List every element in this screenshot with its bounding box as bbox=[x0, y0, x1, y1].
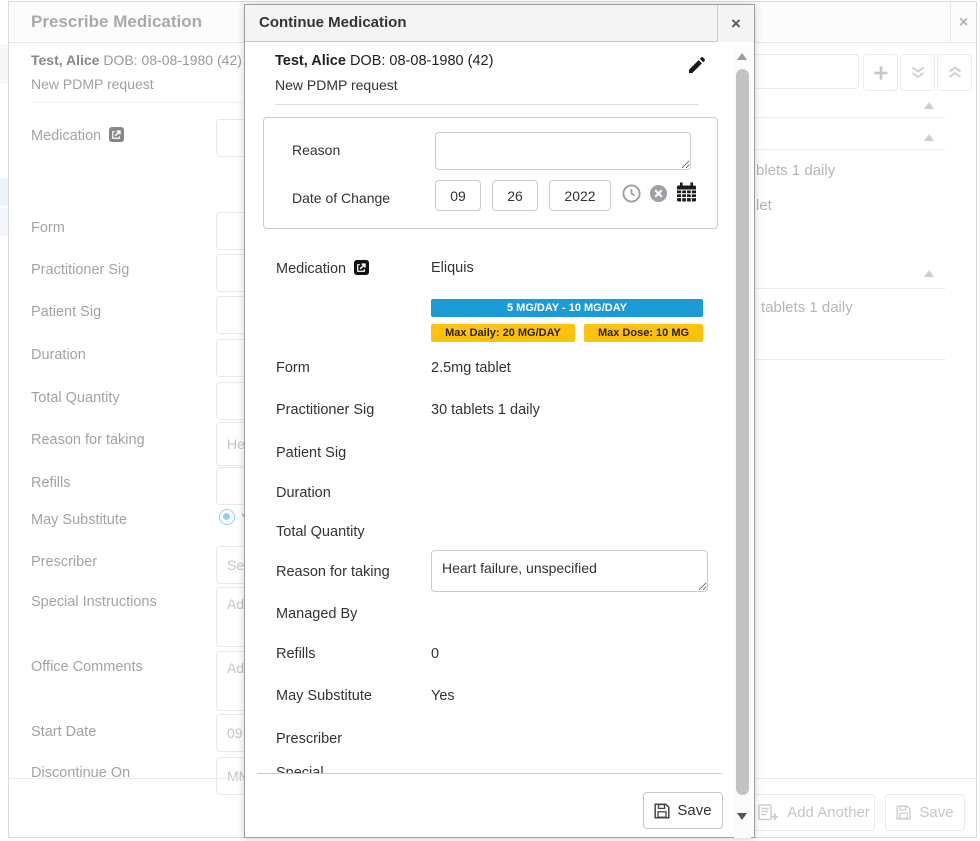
dialog-title: Continue Medication bbox=[259, 14, 407, 31]
field-label-prescriber: Prescriber bbox=[31, 554, 97, 570]
field-label-medication: Medication bbox=[276, 260, 369, 277]
field-label-may-substitute: May Substitute bbox=[31, 512, 127, 528]
field-label-office-comments: Office Comments bbox=[31, 659, 143, 675]
patient-name: Test, Alice bbox=[31, 52, 99, 68]
collapse-section-icon[interactable] bbox=[924, 102, 934, 109]
field-label-patient-sig: Patient Sig bbox=[31, 304, 101, 320]
field-label-reason-for-taking: Reason for taking bbox=[31, 432, 145, 448]
field-label-total-quantity: Total Quantity bbox=[276, 524, 365, 540]
divider bbox=[275, 104, 699, 105]
field-label-practitioner-sig: Practitioner Sig bbox=[31, 262, 129, 278]
prescription-add-icon bbox=[758, 804, 779, 821]
pdmp-request-link[interactable]: New PDMP request bbox=[275, 77, 398, 93]
patient-dob: DOB: 08-08-1980 (42) bbox=[103, 52, 242, 68]
plus-icon bbox=[873, 65, 889, 81]
field-label-start-date: Start Date bbox=[31, 724, 96, 740]
may-substitute-value: Yes bbox=[431, 688, 455, 704]
background-sliver bbox=[0, 44, 8, 84]
page-title: Prescribe Medication bbox=[31, 12, 202, 32]
close-icon[interactable]: × bbox=[717, 5, 754, 42]
close-icon[interactable]: × bbox=[950, 2, 976, 43]
save-label: Save bbox=[919, 804, 953, 821]
patient-summary: Test, Alice DOB: 08-08-1980 (42) bbox=[275, 53, 493, 69]
add-another-label: Add Another bbox=[787, 804, 870, 821]
double-chevron-down-icon bbox=[910, 66, 926, 80]
field-label-managed-by: Managed By bbox=[276, 606, 357, 622]
scroll-down-icon[interactable] bbox=[737, 813, 747, 820]
field-label-practitioner-sig: Practitioner Sig bbox=[276, 402, 374, 418]
save-label: Save bbox=[677, 802, 711, 819]
continue-medication-dialog: Continue Medication × Test, Alice DOB: 0… bbox=[244, 4, 755, 838]
pdmp-request-link[interactable]: New PDMP request bbox=[31, 76, 154, 92]
field-label-special-instructions: Special Instructions bbox=[31, 594, 157, 610]
dialog-scrollbar[interactable] bbox=[734, 45, 751, 838]
save-icon bbox=[896, 805, 911, 820]
add-another-button[interactable]: Add Another bbox=[753, 794, 875, 831]
field-label-refills: Refills bbox=[276, 646, 315, 662]
field-label-refills: Refills bbox=[31, 475, 70, 491]
med-form-text: let bbox=[756, 197, 772, 214]
clock-icon[interactable] bbox=[622, 184, 641, 203]
save-button[interactable]: Save bbox=[643, 792, 723, 829]
max-daily-badge: Max Daily: 20 MG/DAY bbox=[431, 324, 575, 342]
collapse-all-button[interactable] bbox=[937, 54, 972, 91]
practitioner-sig-value: 30 tablets 1 daily bbox=[431, 402, 540, 418]
patient-name: Test, Alice bbox=[275, 53, 346, 69]
reason-label: Reason bbox=[292, 142, 340, 158]
clear-date-icon[interactable] bbox=[649, 184, 668, 203]
save-icon bbox=[654, 803, 670, 819]
field-label-medication: Medication bbox=[31, 127, 124, 144]
field-label-duration: Duration bbox=[276, 485, 331, 501]
edit-pencil-icon[interactable] bbox=[689, 57, 705, 73]
collapse-section-icon[interactable] bbox=[924, 270, 934, 277]
scroll-up-icon[interactable] bbox=[737, 53, 747, 60]
field-label-prescriber: Prescriber bbox=[276, 731, 342, 747]
date-month-input[interactable] bbox=[435, 180, 481, 211]
date-year-input[interactable] bbox=[549, 180, 611, 211]
dose-range-badge: 5 MG/DAY - 10 MG/DAY bbox=[431, 299, 703, 317]
field-label-patient-sig: Patient Sig bbox=[276, 445, 346, 461]
may-substitute-radio-yes[interactable] bbox=[219, 509, 235, 525]
scrollbar-thumb[interactable] bbox=[736, 69, 749, 795]
field-label-form: Form bbox=[276, 360, 310, 376]
med-sig-text: tablets 1 daily bbox=[761, 299, 853, 316]
field-label-total-quantity: Total Quantity bbox=[31, 390, 120, 406]
background-sliver bbox=[0, 208, 8, 236]
expand-all-button[interactable] bbox=[900, 54, 935, 91]
dialog-header[interactable]: Continue Medication × bbox=[245, 5, 754, 42]
calendar-icon[interactable] bbox=[676, 182, 697, 202]
change-details-box: Reason Date of Change bbox=[263, 117, 718, 229]
med-sig-text: blets 1 daily bbox=[756, 162, 835, 179]
background-sliver bbox=[0, 178, 8, 206]
max-dose-badge: Max Dose: 10 MG bbox=[584, 324, 703, 342]
date-day-input[interactable] bbox=[492, 180, 538, 211]
patient-summary: Test, Alice DOB: 08-08-1980 (42) bbox=[31, 52, 242, 68]
reason-textarea[interactable] bbox=[435, 132, 691, 170]
date-of-change-label: Date of Change bbox=[292, 190, 390, 206]
save-button[interactable]: Save bbox=[885, 794, 965, 831]
external-link-icon[interactable] bbox=[354, 260, 369, 275]
refills-value: 0 bbox=[431, 646, 439, 662]
add-button[interactable] bbox=[863, 54, 898, 91]
reason-for-taking-textarea[interactable]: Heart failure, unspecified bbox=[431, 550, 708, 592]
form-value: 2.5mg tablet bbox=[431, 360, 511, 376]
double-chevron-up-icon bbox=[947, 66, 963, 80]
patient-dob: DOB: 08-08-1980 (42) bbox=[350, 53, 493, 69]
external-link-icon[interactable] bbox=[109, 127, 124, 142]
field-label-duration: Duration bbox=[31, 347, 86, 363]
field-label-may-substitute: May Substitute bbox=[276, 688, 372, 704]
field-label-reason-for-taking: Reason for taking bbox=[276, 564, 390, 580]
collapse-section-icon[interactable] bbox=[924, 134, 934, 141]
medication-value: Eliquis bbox=[431, 260, 474, 276]
field-label-form: Form bbox=[31, 220, 65, 236]
